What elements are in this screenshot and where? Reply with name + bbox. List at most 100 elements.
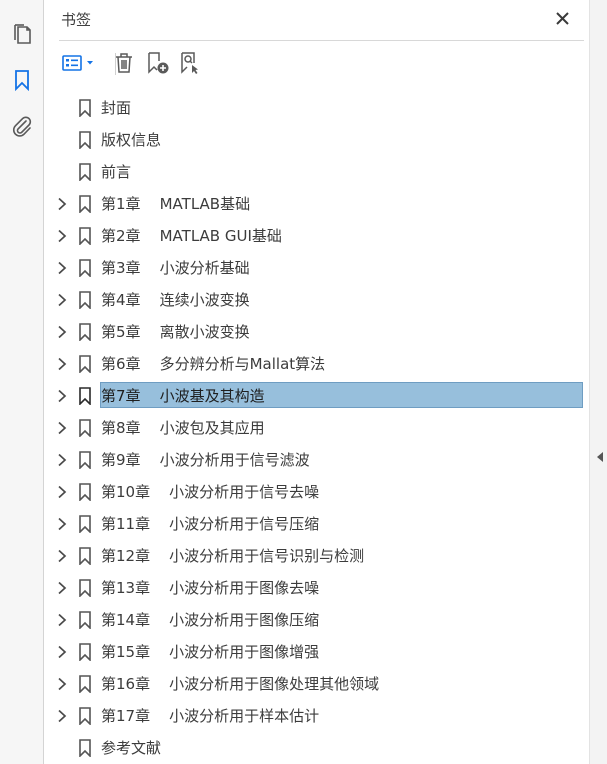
bookmark-item[interactable]: 前言 xyxy=(45,156,605,188)
attachment-icon xyxy=(13,116,32,137)
bookmark-label: 第14章 小波分析用于图像压缩 xyxy=(101,611,320,629)
bookmark-search-button[interactable] xyxy=(177,47,203,79)
header-divider xyxy=(59,40,584,41)
chevron-right-icon[interactable] xyxy=(55,549,69,563)
bookmark-icon xyxy=(79,547,91,565)
bookmark-label: 第6章 多分辨分析与Mallat算法 xyxy=(101,355,326,373)
bookmark-item[interactable]: 第15章 小波分析用于图像增强 xyxy=(45,636,605,668)
bookmark-label: 前言 xyxy=(101,163,132,181)
bookmark-label: 第3章 小波分析基础 xyxy=(101,259,250,277)
chevron-right-icon[interactable] xyxy=(55,261,69,275)
bookmark-icon xyxy=(79,611,91,629)
new-bookmark-icon xyxy=(148,52,169,74)
panel-splitter[interactable] xyxy=(589,0,607,764)
chevron-right-icon[interactable] xyxy=(55,421,69,435)
bookmark-item[interactable]: 版权信息 xyxy=(45,124,605,156)
bookmark-label: 第13章 小波分析用于图像去噪 xyxy=(101,579,320,597)
bookmark-icon xyxy=(79,195,91,213)
chevron-right-icon[interactable] xyxy=(55,709,69,723)
bookmark-icon xyxy=(79,579,91,597)
bookmark-icon xyxy=(79,227,91,245)
chevron-right-icon[interactable] xyxy=(55,229,69,243)
attachments-button[interactable] xyxy=(0,110,44,142)
bookmark-item[interactable]: 第1章 MATLAB基础 xyxy=(45,188,605,220)
bookmark-label: 参考文献 xyxy=(101,739,162,757)
new-bookmark-button[interactable] xyxy=(145,47,171,79)
bookmark-icon xyxy=(79,259,91,277)
bookmark-label: 第4章 连续小波变换 xyxy=(101,291,250,309)
bookmarks-button[interactable] xyxy=(0,64,44,96)
bookmark-item[interactable]: 第9章 小波分析用于信号滤波 xyxy=(45,444,605,476)
bookmark-icon xyxy=(79,419,91,437)
bookmark-icon xyxy=(79,163,91,181)
bookmark-label: 封面 xyxy=(101,99,132,117)
options-menu-icon xyxy=(62,55,93,71)
bookmark-item[interactable]: 第2章 MATLAB GUI基础 xyxy=(45,220,605,252)
bookmark-icon xyxy=(79,451,91,469)
bookmark-item[interactable]: 第4章 连续小波变换 xyxy=(45,284,605,316)
options-menu-button[interactable] xyxy=(59,47,99,79)
bookmark-label: 第15章 小波分析用于图像增强 xyxy=(101,643,320,661)
bookmark-label: 第8章 小波包及其应用 xyxy=(101,419,265,437)
delete-bookmark-icon xyxy=(116,53,132,73)
bookmark-label: 第17章 小波分析用于样本估计 xyxy=(101,707,320,725)
chevron-right-icon[interactable] xyxy=(55,389,69,403)
navigation-rail xyxy=(0,0,44,764)
bookmark-label: 第9章 小波分析用于信号滤波 xyxy=(101,451,310,469)
bookmark-item[interactable]: 第7章 小波基及其构造 xyxy=(45,380,605,412)
bookmark-label: 第2章 MATLAB GUI基础 xyxy=(101,227,282,245)
bookmark-item[interactable]: 封面 xyxy=(45,92,605,124)
chevron-right-icon[interactable] xyxy=(55,453,69,467)
bookmark-icon xyxy=(79,291,91,309)
collapse-panel-icon[interactable] xyxy=(596,452,604,462)
chevron-right-icon[interactable] xyxy=(55,645,69,659)
bookmark-label: 第16章 小波分析用于图像处理其他领域 xyxy=(101,675,380,693)
pages-button[interactable] xyxy=(0,18,44,50)
panel-title: 书签 xyxy=(61,11,92,29)
bookmark-icon xyxy=(79,387,91,405)
bookmark-item[interactable]: 第12章 小波分析用于信号识别与检测 xyxy=(45,540,605,572)
bookmark-item[interactable]: 第10章 小波分析用于信号去噪 xyxy=(45,476,605,508)
bookmark-item[interactable]: 第16章 小波分析用于图像处理其他领域 xyxy=(45,668,605,700)
bookmark-icon xyxy=(15,70,29,91)
bookmark-item[interactable]: 第13章 小波分析用于图像去噪 xyxy=(45,572,605,604)
bookmark-item[interactable]: 第17章 小波分析用于样本估计 xyxy=(45,700,605,732)
bookmark-icon xyxy=(79,515,91,533)
bookmark-item[interactable]: 第3章 小波分析基础 xyxy=(45,252,605,284)
bookmark-label: 第5章 离散小波变换 xyxy=(101,323,250,341)
bookmark-item[interactable]: 第5章 离散小波变换 xyxy=(45,316,605,348)
bookmark-label: 第11章 小波分析用于信号压缩 xyxy=(101,515,320,533)
bookmark-label: 版权信息 xyxy=(101,131,162,149)
bookmark-icon xyxy=(79,355,91,373)
bookmark-item[interactable]: 第14章 小波分析用于图像压缩 xyxy=(45,604,605,636)
chevron-right-icon[interactable] xyxy=(55,613,69,627)
chevron-right-icon[interactable] xyxy=(55,325,69,339)
delete-bookmark-button[interactable] xyxy=(111,47,137,79)
chevron-right-icon[interactable] xyxy=(55,357,69,371)
chevron-right-icon[interactable] xyxy=(55,293,69,307)
chevron-right-icon[interactable] xyxy=(55,485,69,499)
bookmarks-panel: 书签 封面 版权信息 前言 第1章 MATLAB基础 第2章 MATLAB GU… xyxy=(45,0,605,764)
bookmark-item[interactable]: 第6章 多分辨分析与Mallat算法 xyxy=(45,348,605,380)
bookmark-item[interactable]: 参考文献 xyxy=(45,732,605,764)
bookmark-icon xyxy=(79,99,91,117)
bookmark-icon xyxy=(79,675,91,693)
chevron-right-icon[interactable] xyxy=(55,581,69,595)
close-button[interactable] xyxy=(551,7,573,29)
bookmark-label: 第1章 MATLAB基础 xyxy=(101,195,251,213)
pages-icon xyxy=(14,24,31,44)
bookmark-icon xyxy=(79,739,91,757)
bookmark-label: 第10章 小波分析用于信号去噪 xyxy=(101,483,320,501)
bookmark-item[interactable]: 第8章 小波包及其应用 xyxy=(45,412,605,444)
chevron-right-icon[interactable] xyxy=(55,197,69,211)
bookmark-label: 第7章 小波基及其构造 xyxy=(101,387,265,405)
bookmark-item[interactable]: 第11章 小波分析用于信号压缩 xyxy=(45,508,605,540)
chevron-right-icon[interactable] xyxy=(55,677,69,691)
bookmark-icon xyxy=(79,483,91,501)
bookmark-icon xyxy=(79,643,91,661)
bookmark-icon xyxy=(79,323,91,341)
chevron-right-icon[interactable] xyxy=(55,517,69,531)
bookmark-icon xyxy=(79,131,91,149)
bookmark-label: 第12章 小波分析用于信号识别与检测 xyxy=(101,547,365,565)
close-icon xyxy=(555,11,569,25)
